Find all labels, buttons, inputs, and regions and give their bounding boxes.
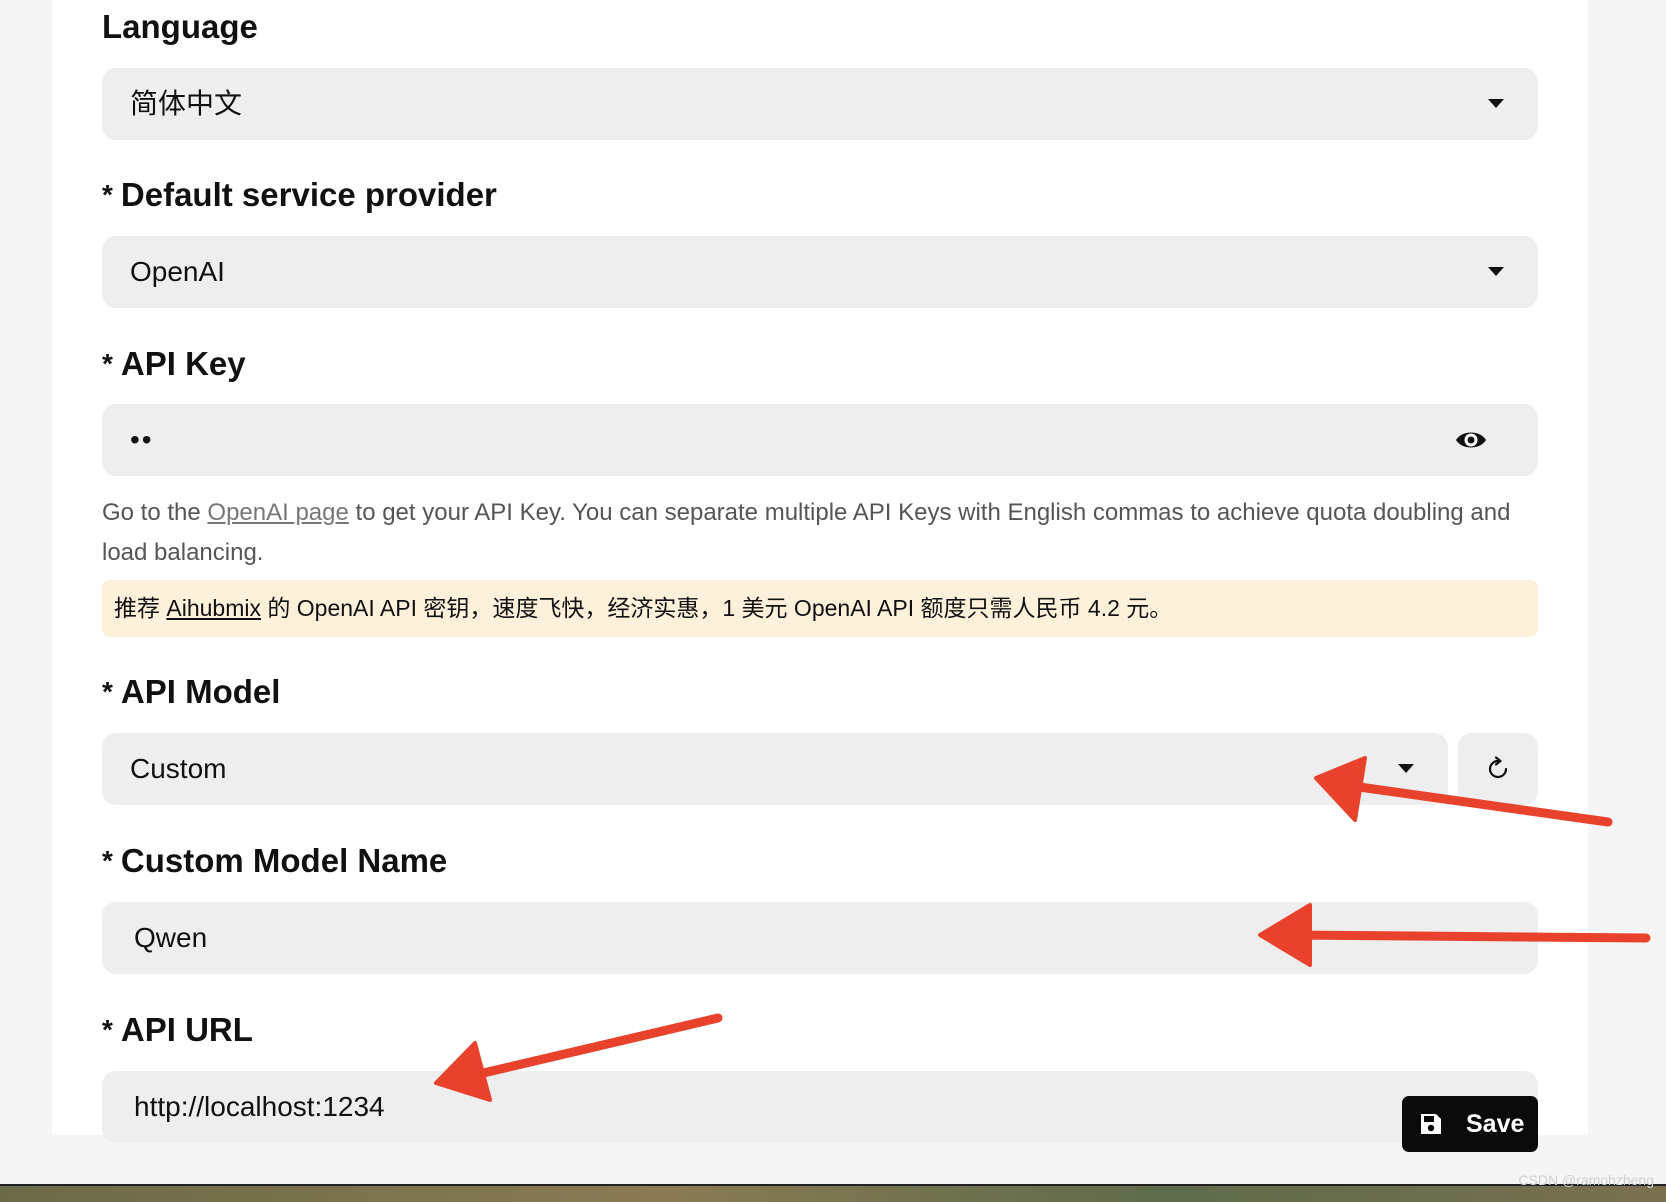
arrow-to-custom-model	[1285, 930, 1651, 943]
arrow-head	[434, 1041, 492, 1102]
annotation-arrows	[434, 756, 1651, 1102]
watermark: CSDN @ramohzheng	[1518, 1172, 1654, 1188]
arrow-to-model-select	[1340, 780, 1613, 827]
arrow-head	[1258, 903, 1312, 967]
arrow-to-api-url	[470, 1013, 723, 1080]
desktop-background-strip	[0, 1186, 1666, 1202]
arrow-head	[1314, 756, 1367, 822]
